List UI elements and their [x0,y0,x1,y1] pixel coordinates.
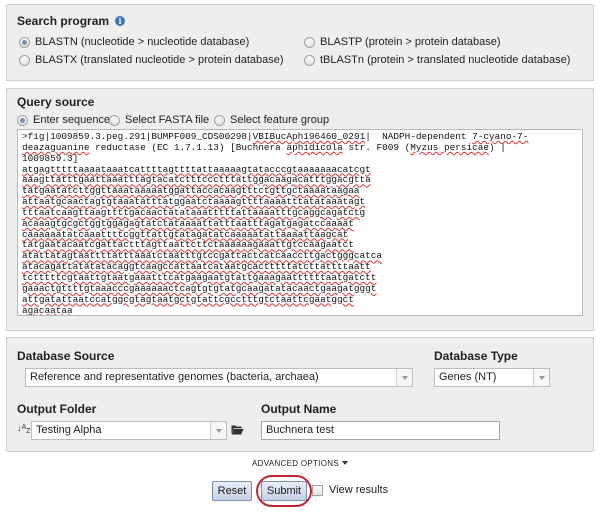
radio-tblastn-label: tBLASTn (protein > translated nucleotide… [320,54,571,66]
view-results-checkbox[interactable]: View results [312,484,388,496]
reset-button[interactable]: Reset [212,481,252,501]
output-folder-select[interactable]: Testing Alpha [31,421,227,440]
radio-button[interactable] [109,114,120,126]
fasta-header-text: reductase (EC 1.7.1.13) [Buchnera [89,141,287,153]
radio-button[interactable] [304,36,315,48]
fasta-header-line: deazaguanine reductase (EC 1.7.1.13) [Bu… [22,141,578,154]
sort-az-icon[interactable]: ↓AZ [17,423,30,437]
radio-button[interactable] [214,114,225,126]
radio-select-feature-group[interactable]: Select feature group [214,114,329,126]
caret-down-icon[interactable] [341,461,348,465]
advanced-options-label[interactable]: ADVANCED OPTIONS [252,459,339,468]
radio-button-selected[interactable] [19,36,30,48]
info-icon[interactable]: i [115,16,126,26]
radio-blastx-label: BLASTX (translated nucleotide > protein … [35,54,284,66]
radio-blastn-label: BLASTN (nucleotide > nucleotide database… [35,36,250,48]
sequence-line: attgatattaatccatggcgtagtaatgctgtattcgcct… [22,293,354,305]
radio-enter-sequence[interactable]: Enter sequence [17,114,110,126]
database-source-select[interactable]: Reference and representative genomes (ba… [25,368,413,387]
database-type-label: Database Type [434,349,518,363]
fasta-header-text: deazaguanine [22,141,90,153]
database-source-label: Database Source [17,349,115,363]
output-name-label: Output Name [261,402,337,416]
output-name-input[interactable]: Buchnera test [261,421,500,440]
fasta-header-text: ) | [488,141,506,153]
output-folder-value: Testing Alpha [36,424,102,436]
query-source-panel: Query source Enter sequence Select FASTA… [6,88,594,331]
chevron-down-icon[interactable] [533,369,549,386]
radio-blastx[interactable]: BLASTX (translated nucleotide > protein … [19,54,284,66]
database-type-value: Genes (NT) [439,371,497,383]
radio-blastp[interactable]: BLASTP (protein > protein database) [304,36,501,48]
fasta-header-id: VBIBucAph196460_0291 [252,131,366,142]
fasta-header-text: Myzus persicae [410,141,489,153]
radio-blastp-label: BLASTP (protein > protein database) [320,36,501,48]
radio-select-feature-group-label: Select feature group [230,114,330,126]
database-type-select[interactable]: Genes (NT) [434,368,550,387]
sequence-textarea[interactable]: >fig|1009859.3.peg.291|BUMPF009_CDS00298… [17,129,583,316]
radio-select-fasta-label: Select FASTA file [125,114,210,126]
folder-open-icon[interactable] [231,424,244,435]
fasta-header-line: 1009859.3] [22,152,79,164]
fasta-header-text: str. F009 ( [342,141,411,153]
submit-button[interactable]: Submit [261,481,307,501]
database-source-value: Reference and representative genomes (ba… [30,371,319,383]
sequence-line: acaaagtgcgctggtggagagtatctataaaattatttaa… [22,217,354,229]
radio-button[interactable] [19,54,30,66]
radio-button[interactable] [304,54,315,66]
chevron-down-icon[interactable] [210,422,226,439]
sequence-line: agacaataa [22,304,73,316]
radio-tblastn[interactable]: tBLASTn (protein > translated nucleotide… [304,54,570,66]
search-program-panel: Search program i BLASTN (nucleotide > nuc… [6,4,594,81]
radio-blastn[interactable]: BLASTN (nucleotide > nucleotide database… [19,36,249,48]
query-source-title: Query source [17,95,95,109]
output-folder-label: Output Folder [17,402,97,416]
fasta-header-text: aphidicola [286,141,343,153]
fasta-header-text: 7-cyano-7- [472,131,529,142]
fasta-header-prefix: >fig|1009859.3.peg.291|BUMPF009_CDS00298… [22,131,253,142]
checkbox[interactable] [312,484,323,496]
radio-select-fasta[interactable]: Select FASTA file [109,114,209,126]
advanced-options-toggle[interactable]: ADVANCED OPTIONS [0,459,600,468]
search-program-heading: Search program i [17,14,126,28]
radio-button-selected[interactable] [17,114,28,126]
search-program-title: Search program [17,14,110,28]
chevron-down-icon[interactable] [396,369,412,386]
view-results-label: View results [329,484,389,496]
database-output-panel: Database Source Reference and representa… [6,337,594,452]
fasta-header-text: | NADPH-dependent [365,131,473,142]
radio-enter-sequence-label: Enter sequence [33,114,111,126]
